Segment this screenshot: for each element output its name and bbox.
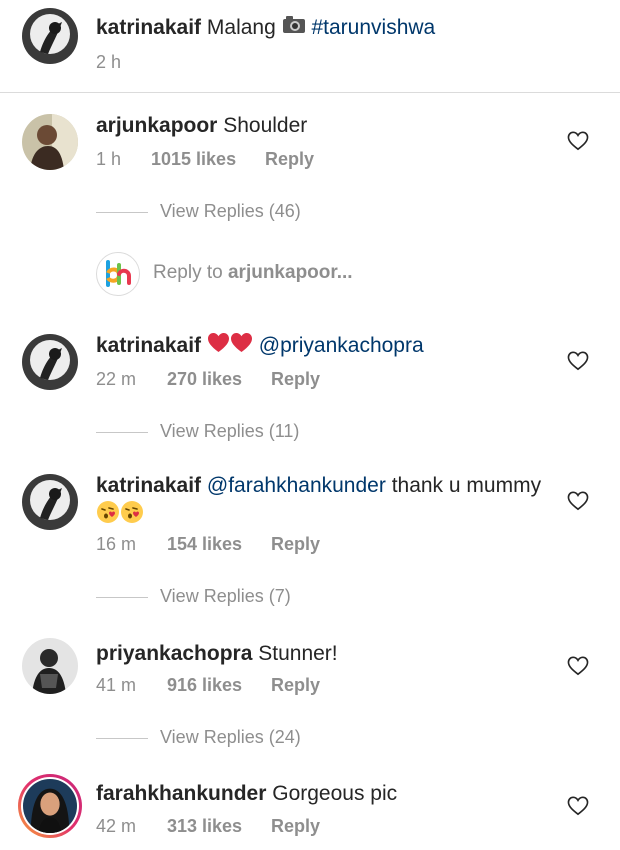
view-replies-label[interactable]: View Replies (7) <box>160 586 291 606</box>
comment-time: 42 m <box>96 816 137 836</box>
caption-hashtag[interactable]: #tarunvishwa <box>311 16 435 39</box>
comment-meta: 41 m 916 likes Reply <box>96 675 320 696</box>
comment-username[interactable]: arjunkapoor <box>96 114 217 137</box>
caption-username[interactable]: katrinakaif <box>96 16 201 39</box>
reply-to-prefix: Reply to <box>153 262 228 283</box>
heart-icon[interactable] <box>567 131 589 151</box>
comment-meta: 42 m 313 likes Reply <box>96 816 320 837</box>
comment-text: katrinakaif @priyankachopra <box>96 332 424 361</box>
avatar-farahkhankunder[interactable] <box>23 779 77 833</box>
view-replies-line <box>96 431 148 433</box>
comment-mention[interactable]: @farahkhankunder <box>207 474 386 497</box>
view-replies[interactable]: View Replies (46) <box>96 201 301 222</box>
view-replies-line <box>96 737 148 739</box>
comment-body: Shoulder <box>223 114 308 137</box>
caption-time: 2 h <box>96 52 122 72</box>
comment-body: Stunner! <box>258 642 338 665</box>
camera-emoji <box>282 14 306 42</box>
view-replies-label[interactable]: View Replies (11) <box>160 421 299 441</box>
likes-count[interactable]: 313 likes <box>167 816 242 837</box>
view-replies-label[interactable]: View Replies (24) <box>160 727 301 747</box>
view-replies[interactable]: View Replies (11) <box>96 421 299 442</box>
view-replies[interactable]: View Replies (24) <box>96 727 301 748</box>
reply-button[interactable]: Reply <box>271 675 320 696</box>
comment-body: thank u mummy <box>391 474 542 497</box>
caption-body: Malang <box>206 16 276 39</box>
comment-text: priyankachopra Stunner! <box>96 640 338 668</box>
comment-meta: 22 m 270 likes Reply <box>96 369 320 390</box>
avatar-katrinakaif[interactable] <box>22 474 78 530</box>
comment-text: arjunkapoor Shoulder <box>96 112 307 140</box>
avatar-priyankachopra[interactable] <box>22 638 78 694</box>
red-heart-emoji <box>207 332 230 361</box>
view-replies-label[interactable]: View Replies (46) <box>160 201 301 221</box>
comment-username[interactable]: katrinakaif <box>96 474 201 497</box>
caption-divider <box>0 92 620 93</box>
comment-body: Gorgeous pic <box>272 782 398 805</box>
comment-time: 41 m <box>96 675 137 695</box>
view-replies[interactable]: View Replies (7) <box>96 586 291 607</box>
comment-username[interactable]: priyankachopra <box>96 642 252 665</box>
heart-icon[interactable] <box>567 351 589 371</box>
face-blowing-kiss-emoji <box>96 500 120 532</box>
reply-button[interactable]: Reply <box>271 816 320 837</box>
comment-text: katrinakaif @farahkhankunder thank u mum… <box>96 472 566 532</box>
comment-time: 1 h <box>96 149 122 169</box>
view-replies-line <box>96 211 148 213</box>
comment-meta: 1 h 1015 likes Reply <box>96 149 314 170</box>
reply-to-input[interactable]: Reply to arjunkapoor... <box>153 262 353 284</box>
face-blowing-kiss-emoji <box>120 500 144 532</box>
reply-button[interactable]: Reply <box>271 369 320 390</box>
comment-username[interactable]: farahkhankunder <box>96 782 266 805</box>
avatar-arjunkapoor[interactable] <box>22 114 78 170</box>
bh-logo <box>96 252 140 296</box>
likes-count[interactable]: 916 likes <box>167 675 242 696</box>
comment-username[interactable]: katrinakaif <box>96 334 201 357</box>
comment-time: 22 m <box>96 369 137 389</box>
heart-icon[interactable] <box>567 491 589 511</box>
likes-count[interactable]: 1015 likes <box>151 149 236 170</box>
heart-icon[interactable] <box>567 656 589 676</box>
view-replies-line <box>96 596 148 598</box>
avatar-katrinakaif[interactable] <box>22 8 78 64</box>
caption-text: katrinakaif Malang #tarunvishwa <box>96 14 435 42</box>
avatar-katrinakaif[interactable] <box>22 334 78 390</box>
reply-button[interactable]: Reply <box>265 149 314 170</box>
comment-meta: 16 m 154 likes Reply <box>96 534 320 555</box>
comment-time: 16 m <box>96 534 137 554</box>
likes-count[interactable]: 270 likes <box>167 369 242 390</box>
comment-mention[interactable]: @priyankachopra <box>259 334 424 357</box>
reply-button[interactable]: Reply <box>271 534 320 555</box>
comment-text: farahkhankunder Gorgeous pic <box>96 780 397 808</box>
heart-icon[interactable] <box>567 796 589 816</box>
reply-to-target: arjunkapoor... <box>227 262 353 283</box>
red-heart-emoji <box>230 332 253 361</box>
likes-count[interactable]: 154 likes <box>167 534 242 555</box>
